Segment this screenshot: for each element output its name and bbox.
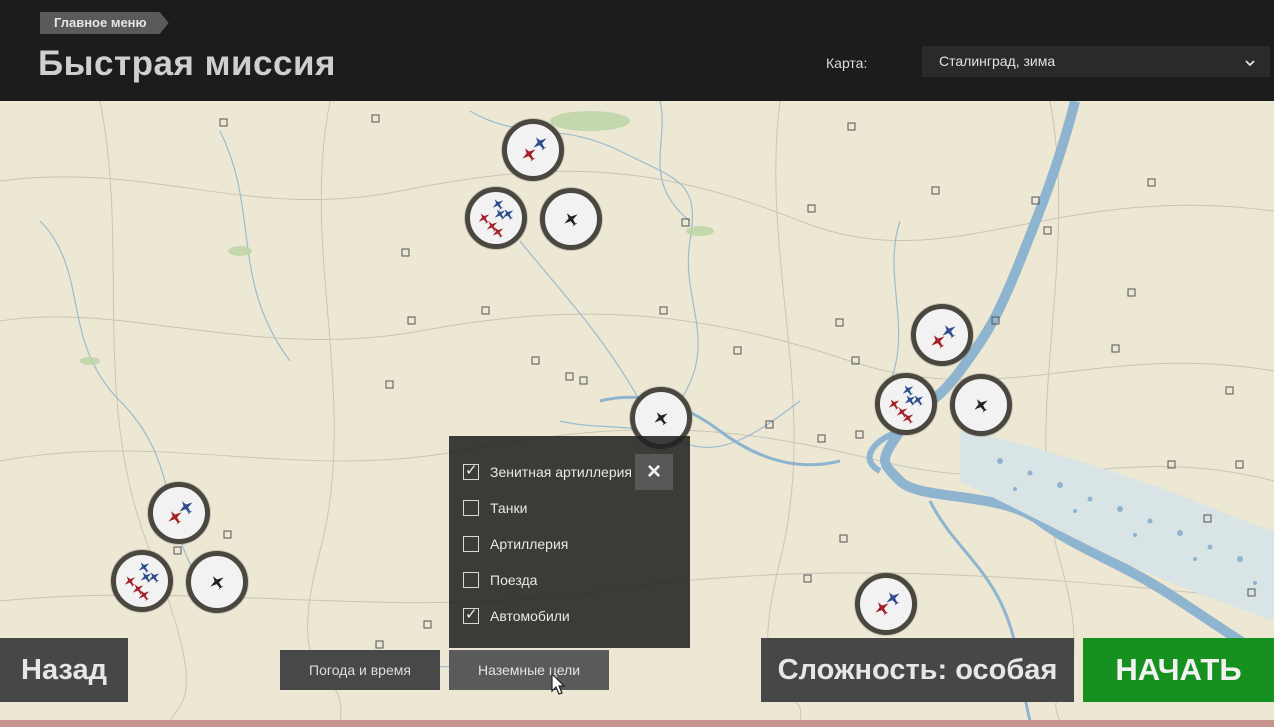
- bottom-strip: [0, 720, 1274, 727]
- target-label: Зенитная артиллерия: [490, 464, 633, 480]
- target-trains[interactable]: Поезда: [463, 570, 537, 590]
- mouse-cursor-icon: [551, 673, 566, 695]
- start-button[interactable]: НАЧАТЬ: [1083, 638, 1274, 702]
- map-label: Карта:: [826, 55, 868, 71]
- mixed-aircraft-icon: [522, 137, 547, 162]
- ground-targets-button[interactable]: Наземные цели: [449, 650, 609, 690]
- chevron-down-icon: [1244, 46, 1256, 77]
- target-label: Автомобили: [490, 608, 570, 624]
- target-aa-artillery[interactable]: ✓ Зенитная артиллерия: [463, 462, 632, 482]
- airfield-marker[interactable]: [111, 550, 173, 612]
- airfield-marker[interactable]: [465, 187, 527, 249]
- airfield-marker[interactable]: [855, 573, 917, 635]
- difficulty-button[interactable]: Сложность: особая: [761, 638, 1074, 702]
- aircraft-group-icon: [478, 199, 514, 238]
- ground-targets-panel: ✓ Зенитная артиллерия Танки Артиллерия П…: [449, 436, 690, 648]
- target-label: Артиллерия: [490, 536, 569, 552]
- target-label: Танки: [490, 500, 528, 516]
- airfield-marker[interactable]: [911, 304, 973, 366]
- airfield-marker[interactable]: [875, 373, 937, 435]
- neutral-aircraft-icon: [974, 399, 988, 413]
- aircraft-group-icon: [124, 562, 160, 601]
- mixed-aircraft-icon: [931, 325, 956, 349]
- weather-time-button[interactable]: Погода и время: [280, 650, 440, 690]
- checkmark-icon: ✓: [465, 462, 478, 479]
- checkbox[interactable]: ✓: [463, 462, 479, 480]
- page-title: Быстрая миссия: [38, 44, 336, 83]
- back-button[interactable]: Назад: [0, 638, 128, 702]
- map-select-value: Сталинград, зима: [939, 53, 1056, 69]
- checkbox[interactable]: ✓: [463, 606, 479, 624]
- target-vehicles[interactable]: ✓ Автомобили: [463, 606, 570, 626]
- checkbox[interactable]: [463, 500, 479, 516]
- target-artillery[interactable]: Артиллерия: [463, 534, 568, 554]
- aircraft-group-icon: [888, 385, 924, 424]
- close-icon: ×: [646, 458, 661, 485]
- airfield-marker[interactable]: [950, 374, 1012, 436]
- neutral-aircraft-icon: [210, 576, 224, 590]
- checkbox[interactable]: [463, 572, 479, 588]
- airfield-marker[interactable]: [186, 551, 248, 613]
- breadcrumb-main-menu[interactable]: Главное меню: [40, 12, 169, 34]
- close-button[interactable]: ×: [635, 454, 673, 490]
- map-select[interactable]: Сталинград, зима: [922, 46, 1270, 77]
- target-tanks[interactable]: Танки: [463, 498, 527, 518]
- airfield-marker[interactable]: [540, 188, 602, 250]
- airfield-marker[interactable]: [502, 119, 564, 181]
- checkmark-icon: ✓: [465, 606, 478, 623]
- checkbox[interactable]: [463, 536, 479, 552]
- neutral-aircraft-icon: [564, 213, 578, 227]
- target-label: Поезда: [490, 572, 538, 588]
- mixed-aircraft-icon: [168, 501, 193, 525]
- airfield-marker[interactable]: [148, 482, 210, 544]
- mixed-aircraft-icon: [875, 592, 900, 616]
- header: Главное меню Быстрая миссия Карта: Стали…: [0, 0, 1274, 101]
